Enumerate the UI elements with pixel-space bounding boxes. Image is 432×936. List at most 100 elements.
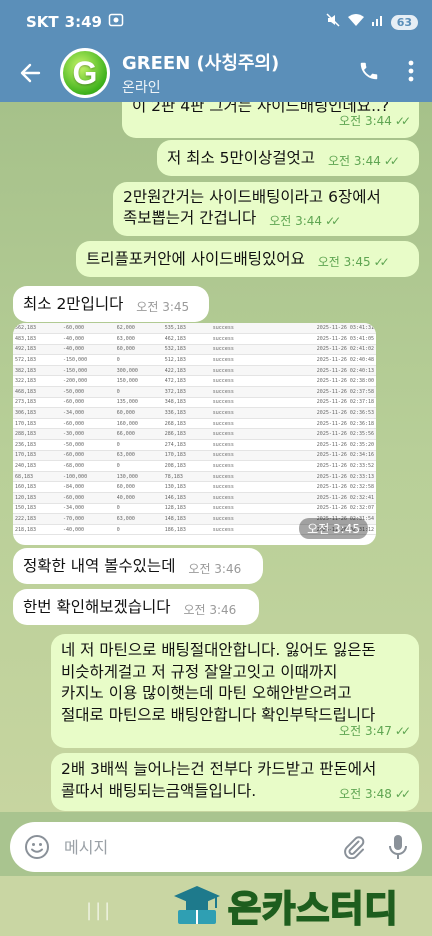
table-cell: 60,000 (114, 344, 163, 356)
message-text-line: 카지노 이용 많이햇는데 마틴 오해안받으려고 (61, 684, 352, 702)
table-cell: success (210, 397, 259, 409)
table-cell: 2025-11-26 02:34:16 (258, 450, 376, 462)
message-text-line: 족보뽑는거 간겁니다 (123, 209, 257, 227)
table-cell: 2025-11-26 02:35:56 (258, 428, 376, 441)
watermark-text: 온카스터디 (227, 888, 399, 931)
message-time: 오전 3:48 (339, 786, 392, 801)
back-arrow-icon (20, 63, 41, 83)
message-text-line: 2만원간거는 사이드배팅이라고 6장에서 (123, 188, 381, 206)
message-meta: 오전 3:45 ✓✓ (318, 251, 390, 273)
table-cell: 170,183 (13, 418, 61, 430)
table-cell: 422,183 (162, 365, 211, 377)
screen-record-icon (108, 12, 124, 32)
table-cell: success (210, 439, 259, 451)
message-outgoing[interactable]: 2배 3배씩 늘어나는건 전부다 카드받고 판돈에서 콜따서 배팅되는금액들입니… (51, 753, 419, 811)
table-cell: 170,183 (13, 450, 61, 462)
back-button[interactable] (0, 62, 60, 84)
table-cell: 63,000 (114, 450, 163, 462)
table-cell: 2025-11-26 02:33:13 (258, 471, 376, 483)
table-cell: 2025-11-26 02:36:53 (258, 407, 376, 419)
call-button[interactable] (358, 60, 380, 86)
message-outgoing[interactable]: 이 2판 4판 그거는 사이드배팅인데요..? 오전 3:44 ✓✓ (122, 102, 419, 138)
table-cell: -60,000 (61, 323, 115, 335)
message-incoming[interactable]: 정확한 내역 볼수있는데 오전 3:46 (13, 548, 263, 584)
table-cell: 146,183 (162, 492, 211, 504)
table-cell: -30,000 (61, 428, 115, 441)
message-outgoing[interactable]: 2만원간거는 사이드배팅이라고 6장에서 족보뽑는거 간겁니다 오전 3:44 ✓… (113, 182, 419, 236)
table-row: 572,183 -150,000 0 512,183 success 2025-11-26… (13, 354, 376, 366)
table-cell: 512,183 (162, 354, 211, 366)
message-photo[interactable]: 562,183 -60,000 62,000 535,183 success 2025-1… (13, 323, 376, 545)
table-cell: 170,183 (162, 450, 211, 462)
avatar-letter: G (72, 54, 98, 91)
contact-info[interactable]: GREEN (사칭주의) 온라인 (122, 49, 358, 97)
read-check-icon: ✓✓ (383, 154, 400, 168)
message-incoming[interactable]: 최소 2만입니다 오전 3:45 (13, 286, 209, 322)
table-row: 160,183 -84,000 60,000 130,183 success 2025-1… (13, 481, 376, 493)
message-incoming[interactable]: 한번 확인해보겠습니다 오전 3:46 (13, 589, 259, 625)
table-row: 240,183 -68,000 0 208,183 success 2025-11-26 … (13, 460, 376, 472)
message-meta: 오전 3:45 (136, 296, 189, 318)
table-cell: 2025-11-26 02:32:58 (258, 481, 376, 493)
table-row: 468,183 -50,000 0 372,183 success 2025-11-26 … (13, 386, 376, 398)
table-row: 236,183 -50,000 0 274,183 success 2025-11-26 … (13, 439, 376, 451)
more-options-button[interactable] (408, 60, 414, 86)
table-cell: success (210, 492, 259, 504)
table-cell: 150,183 (13, 503, 61, 515)
photo-table: 562,183 -60,000 62,000 535,183 success 2025-1… (13, 323, 376, 536)
message-outgoing[interactable]: 네 저 마틴으로 배팅절대안합니다. 잃어도 잃은돈 비슷하게걸고 저 규정 잘… (51, 634, 419, 748)
message-time: 오전 3:47 (339, 723, 392, 738)
table-cell: 2025-11-26 02:40:48 (258, 354, 376, 366)
table-cell: 0 (114, 460, 163, 472)
message-time: 오전 3:46 (183, 603, 237, 617)
photo-time: 오전 3:45 (299, 518, 368, 539)
table-cell: 78,183 (162, 471, 211, 483)
message-meta: 오전 3:46 (183, 599, 236, 621)
table-cell: 2025-11-26 03:41:05 (258, 333, 376, 345)
smiley-icon (25, 835, 49, 859)
status-bar: SKT 3:49 63 (0, 0, 432, 44)
table-cell: 208,183 (162, 460, 211, 472)
message-text: 정확한 내역 볼수있는데 (23, 557, 176, 575)
clock: 3:49 (64, 13, 102, 31)
recent-apps-icon[interactable]: ||| (86, 900, 113, 921)
table-cell: -200,000 (61, 375, 115, 388)
table-row: 306,183 -34,000 60,000 336,183 success 2025-1… (13, 407, 376, 419)
message-outgoing[interactable]: 트리플포커안에 사이드배팅있어요 오전 3:45 ✓✓ (76, 241, 419, 277)
attach-button[interactable] (342, 835, 366, 859)
table-cell: success (210, 524, 259, 536)
contact-avatar[interactable]: G (60, 48, 110, 98)
message-outgoing[interactable]: 저 최소 5만이상걸엇고 오전 3:44 ✓✓ (157, 140, 419, 176)
table-row: 170,183 -60,000 160,000 268,183 success 2025-… (13, 418, 376, 430)
table-cell: -84,000 (61, 481, 115, 493)
table-cell: -68,000 (61, 460, 115, 472)
message-input[interactable] (64, 837, 342, 857)
table-cell: -34,000 (61, 503, 115, 515)
table-cell: success (210, 386, 259, 398)
table-cell: 336,183 (162, 407, 211, 419)
table-cell: -150,000 (61, 354, 115, 366)
table-row: 382,183 -150,000 300,000 422,183 success 2025… (13, 365, 376, 377)
table-cell: 0 (114, 439, 163, 451)
table-cell: 288,183 (13, 428, 61, 441)
message-list[interactable]: 이 2판 4판 그거는 사이드배팅인데요..? 오전 3:44 ✓✓ 저 최소 5… (0, 102, 432, 812)
table-row: 273,183 -60,000 135,000 348,183 success 2025-… (13, 397, 376, 409)
table-row: 288,183 -30,000 66,000 286,183 success 2025-1… (13, 428, 376, 441)
table-cell: 372,183 (162, 386, 211, 398)
read-check-icon: ✓✓ (394, 786, 411, 801)
table-cell: success (210, 407, 259, 419)
table-cell: 66,000 (114, 428, 163, 441)
emoji-button[interactable] (24, 834, 50, 860)
table-cell: -60,000 (61, 397, 115, 409)
voice-record-button[interactable] (388, 834, 408, 860)
table-cell: success (210, 323, 259, 335)
table-cell: 2025-11-26 02:37:58 (258, 386, 376, 398)
table-cell: 472,183 (162, 375, 211, 388)
table-cell: success (210, 481, 259, 493)
table-cell: 62,000 (114, 323, 163, 335)
message-time: 오전 3:44 (328, 154, 381, 168)
graduation-cap-icon (174, 886, 220, 924)
table-cell: 268,183 (162, 418, 211, 430)
table-cell: 150,000 (114, 375, 163, 388)
table-cell: 286,183 (162, 428, 211, 441)
